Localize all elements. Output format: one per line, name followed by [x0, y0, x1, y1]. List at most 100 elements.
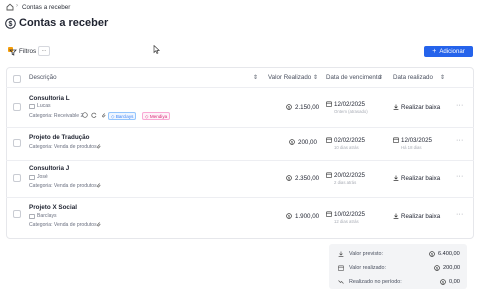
row-amount: 1.900,00 [295, 213, 320, 220]
calendar-icon [326, 211, 332, 217]
calendar-icon [326, 172, 332, 178]
row-checkbox[interactable] [13, 139, 21, 147]
row-name[interactable]: Projeto X Social [29, 204, 77, 211]
row-category: Categoria: Venda de produtos [29, 222, 97, 228]
row-due-note: 2 dias atrás [334, 180, 357, 185]
settle-button[interactable]: Realizar baixa [401, 213, 440, 220]
coin-icon: $ [434, 265, 440, 271]
summary-realized-value: 200,00 [443, 265, 461, 271]
calendar-icon [326, 101, 332, 107]
header-divider [6, 87, 474, 88]
header-description[interactable]: Descrição [29, 74, 57, 81]
summary-period-value: 0,00 [449, 279, 460, 285]
row-checkbox[interactable] [13, 174, 21, 182]
summary-expected-label: Valor previsto: [349, 251, 384, 257]
row-name[interactable]: Consultoria J [29, 165, 69, 172]
sort-realized-value-icon[interactable]: ⇕ [313, 74, 318, 81]
summary-realized-label: Valor realizado: [349, 265, 387, 271]
row-divider [6, 127, 474, 128]
tag-label: Mendiya [149, 114, 168, 119]
calendar-check-icon [393, 137, 399, 143]
calendar-icon [338, 265, 344, 271]
plus-icon: + [432, 48, 437, 55]
row-contact: Lucas [37, 103, 51, 109]
row-contact: Barclays [37, 213, 57, 219]
attachment-icon[interactable] [96, 182, 101, 188]
summary-expected-value: 6.400,00 [438, 251, 460, 257]
download-icon [393, 104, 399, 110]
row-menu-icon[interactable]: ··· [456, 102, 464, 109]
row-contact: José [37, 174, 48, 180]
row-name[interactable]: Projeto de Tradução [29, 134, 90, 141]
summary-period-label: Realizado no período: [349, 279, 402, 285]
row-amount: 2.350,00 [295, 175, 320, 182]
row-divider [6, 197, 474, 198]
add-button[interactable]: + Adicionar [424, 46, 473, 57]
row-amount: 2.150,00 [295, 104, 320, 111]
row-category: Categoria: Venda de produtos [29, 183, 97, 189]
mouse-cursor-icon [153, 45, 160, 54]
more-options-button[interactable]: ··· [38, 46, 50, 56]
contact-icon [29, 175, 35, 180]
coin-icon: $ [286, 213, 292, 219]
row-due-date: 02/02/2025 [334, 137, 365, 144]
breadcrumb-current[interactable]: Contas a receber [22, 4, 70, 11]
page-title: Contas a receber [19, 17, 109, 29]
filter-icon [8, 47, 17, 56]
row-due-note: 12 dias atrás [334, 219, 359, 224]
row-due-note: 10 dias atrás [334, 145, 359, 150]
sort-description-icon[interactable]: ⇕ [253, 74, 258, 81]
contact-icon [29, 214, 35, 219]
settle-button[interactable]: Realizar baixa [401, 175, 440, 182]
tag-mendiya[interactable]: ◇ Mendiya [142, 112, 171, 120]
filters-button[interactable]: Filtros [8, 46, 36, 57]
arrow-down-icon [338, 251, 344, 257]
row-due-note: Ontem (atrasado) [334, 109, 368, 114]
settle-button[interactable]: Realizar baixa [401, 104, 440, 111]
row-menu-icon[interactable]: ··· [456, 211, 464, 218]
row-amount: 200,00 [298, 139, 317, 146]
header-due-date[interactable]: Data de vencimento [326, 74, 381, 81]
coin-icon: $ [286, 175, 292, 181]
select-all-checkbox[interactable] [13, 75, 21, 83]
sort-due-date-icon[interactable]: ⇕ [378, 74, 383, 81]
header-realized-value[interactable]: Valor Realizado [268, 74, 311, 81]
sort-realized-date-icon[interactable]: ⇕ [440, 74, 445, 81]
home-icon[interactable] [6, 3, 14, 11]
row-category: Categoria: Receivable 2 [29, 113, 84, 119]
svg-text:$: $ [9, 21, 13, 28]
row-divider [6, 160, 474, 161]
download-icon [393, 213, 399, 219]
coin-icon: $ [440, 279, 446, 285]
filters-label: Filtros [19, 48, 37, 55]
trend-down-icon [338, 279, 344, 285]
row-category: Categoria: Venda de produtos [29, 144, 97, 150]
download-icon [393, 175, 399, 181]
coin-icon: $ [286, 104, 292, 110]
row-checkbox[interactable] [13, 103, 21, 111]
row-checkbox[interactable] [13, 210, 21, 218]
add-button-label: Adicionar [439, 48, 465, 55]
tag-barclays[interactable]: ◇ Barclays [108, 112, 137, 120]
attachment-icon[interactable] [101, 112, 106, 118]
dollar-circle-icon: $ [5, 18, 16, 29]
row-realized-note: Há 18 dias [401, 145, 422, 150]
row-due-date: 10/02/2025 [334, 211, 365, 218]
tag-label: Barclays [115, 114, 134, 119]
row-due-date: 20/02/2025 [334, 172, 365, 179]
breadcrumb-separator: › [16, 3, 18, 9]
repeat-icon[interactable] [91, 112, 97, 118]
row-realized-date: 12/03/2025 [401, 137, 432, 144]
row-menu-icon[interactable]: ··· [456, 173, 464, 180]
row-name[interactable]: Consultoria L [29, 95, 70, 102]
coin-icon: $ [429, 251, 435, 257]
attachment-icon[interactable] [96, 143, 101, 149]
coin-icon: $ [289, 139, 295, 145]
header-realized-date[interactable]: Data realizado [393, 74, 433, 81]
calendar-icon [326, 137, 332, 143]
row-menu-icon[interactable]: ··· [456, 137, 464, 144]
attachment-icon[interactable] [96, 221, 101, 227]
row-due-date: 12/02/2025 [334, 101, 365, 108]
comment-icon[interactable] [82, 112, 88, 118]
contact-icon [29, 104, 35, 109]
